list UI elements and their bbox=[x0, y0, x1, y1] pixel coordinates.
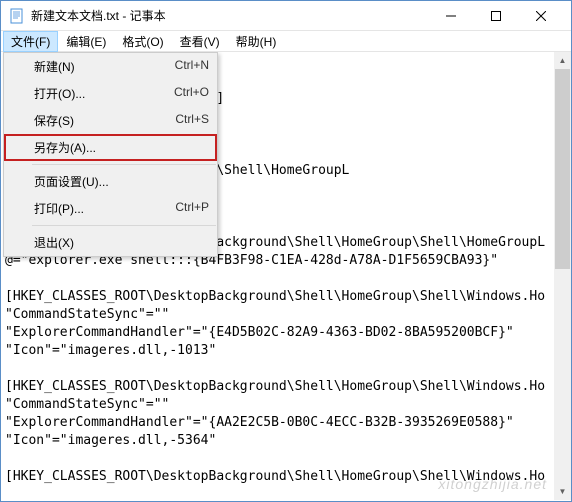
menu-item-label: 保存(S) bbox=[34, 112, 175, 129]
menu-item-exit[interactable]: 退出(X) bbox=[4, 229, 217, 256]
menu-item-pagesetup[interactable]: 页面设置(U)... bbox=[4, 168, 217, 195]
window-title: 新建文本文档.txt - 记事本 bbox=[31, 7, 428, 24]
menu-edit[interactable]: 编辑(E) bbox=[58, 31, 114, 52]
maximize-button[interactable] bbox=[473, 1, 518, 30]
menu-item-save[interactable]: 保存(S) Ctrl+S bbox=[4, 107, 217, 134]
content-area: ersion 5.00 pBackground\Shell\HomeGroup]… bbox=[1, 52, 571, 500]
titlebar: 新建文本文档.txt - 记事本 bbox=[1, 1, 571, 31]
menu-separator bbox=[32, 225, 216, 226]
scroll-thumb[interactable] bbox=[555, 69, 570, 269]
vertical-scrollbar[interactable]: ▲ ▼ bbox=[554, 52, 571, 500]
close-button[interactable] bbox=[518, 1, 563, 30]
menu-separator bbox=[32, 164, 216, 165]
watermark-text: xitongzhijia.net bbox=[438, 476, 547, 492]
menu-item-label: 另存为(A)... bbox=[34, 139, 209, 156]
menu-item-label: 页面设置(U)... bbox=[34, 173, 209, 190]
menu-item-shortcut: Ctrl+N bbox=[175, 58, 209, 75]
file-menu-dropdown: 新建(N) Ctrl+N 打开(O)... Ctrl+O 保存(S) Ctrl+… bbox=[3, 52, 218, 257]
menubar: 文件(F) 编辑(E) 格式(O) 查看(V) 帮助(H) bbox=[1, 31, 571, 52]
menu-item-print[interactable]: 打印(P)... Ctrl+P bbox=[4, 195, 217, 222]
menu-item-new[interactable]: 新建(N) Ctrl+N bbox=[4, 53, 217, 80]
scroll-down-icon[interactable]: ▼ bbox=[554, 483, 571, 500]
menu-view[interactable]: 查看(V) bbox=[172, 31, 228, 52]
menu-item-label: 打开(O)... bbox=[34, 85, 174, 102]
window-controls bbox=[428, 1, 563, 30]
menu-format[interactable]: 格式(O) bbox=[114, 31, 171, 52]
menu-item-label: 打印(P)... bbox=[34, 200, 175, 217]
menu-item-label: 退出(X) bbox=[34, 234, 209, 251]
menu-item-shortcut: Ctrl+P bbox=[175, 200, 209, 217]
minimize-button[interactable] bbox=[428, 1, 473, 30]
menu-item-shortcut: Ctrl+O bbox=[174, 85, 209, 102]
menu-help[interactable]: 帮助(H) bbox=[228, 31, 285, 52]
menu-item-shortcut: Ctrl+S bbox=[175, 112, 209, 129]
menu-file[interactable]: 文件(F) bbox=[3, 31, 58, 52]
menu-item-saveas[interactable]: 另存为(A)... bbox=[4, 134, 217, 161]
menu-item-label: 新建(N) bbox=[34, 58, 175, 75]
notepad-icon bbox=[9, 8, 25, 24]
menu-item-open[interactable]: 打开(O)... Ctrl+O bbox=[4, 80, 217, 107]
scroll-up-icon[interactable]: ▲ bbox=[554, 52, 571, 69]
